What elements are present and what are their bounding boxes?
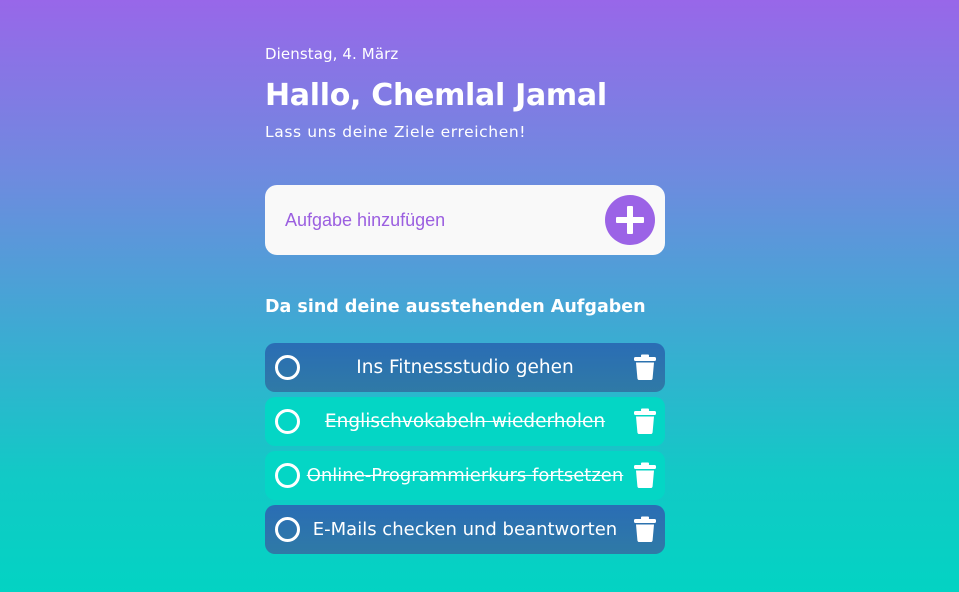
task-label[interactable]: E-Mails checken und beantworten [285, 505, 645, 554]
task-item: E-Mails checken und beantworten [265, 505, 665, 554]
add-task-box [265, 185, 665, 255]
task-item: Englischvokabeln wiederholen [265, 397, 665, 446]
greeting-title: Hallo, Chemlal Jamal [265, 78, 607, 113]
date-label: Dienstag, 4. März [265, 45, 399, 63]
add-task-button[interactable] [605, 195, 655, 245]
task-label[interactable]: Ins Fitnessstudio gehen [295, 343, 635, 392]
greeting-subtitle: Lass uns deine Ziele erreichen! [265, 123, 527, 141]
task-item: Online-Programmierkurs fortsetzen [265, 451, 665, 500]
add-task-input[interactable] [285, 207, 605, 233]
trash-icon[interactable] [634, 516, 656, 542]
trash-icon[interactable] [634, 408, 656, 434]
section-title: Da sind deine ausstehenden Aufgaben [265, 297, 646, 317]
task-list: Ins Fitnessstudio gehen Englischvokabeln… [265, 343, 665, 559]
trash-icon[interactable] [634, 462, 656, 488]
task-item: Ins Fitnessstudio gehen [265, 343, 665, 392]
task-label[interactable]: Online-Programmierkurs fortsetzen [285, 451, 645, 500]
task-label[interactable]: Englischvokabeln wiederholen [295, 397, 635, 446]
trash-icon[interactable] [634, 354, 656, 380]
